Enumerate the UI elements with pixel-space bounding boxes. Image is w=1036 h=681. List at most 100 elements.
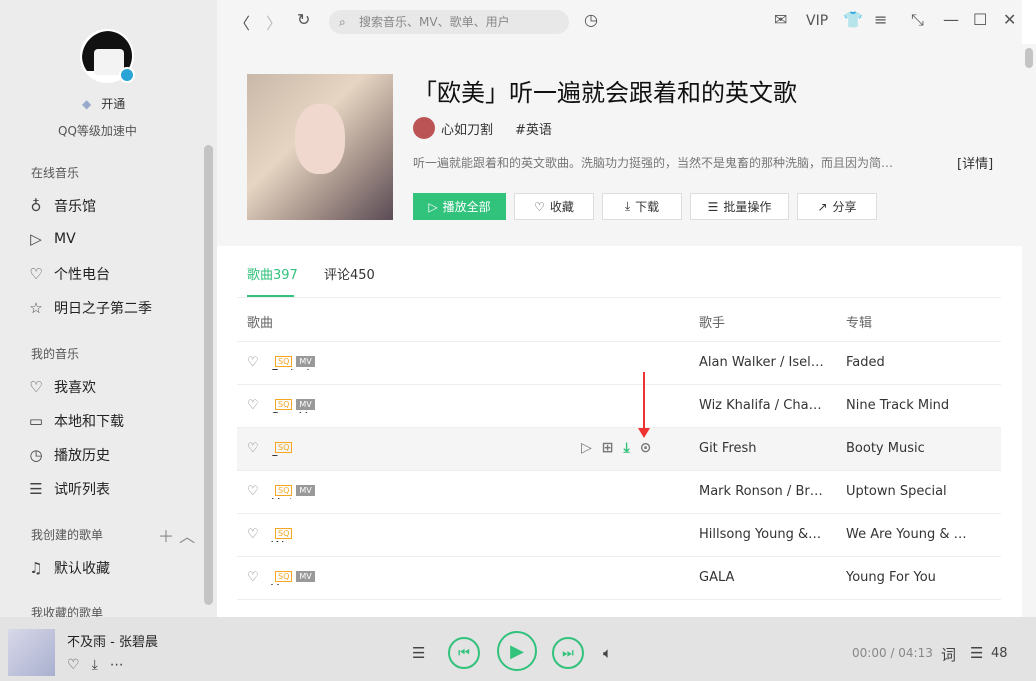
mv-badge[interactable]: MV xyxy=(296,485,315,496)
minimize-icon[interactable]: — xyxy=(943,10,959,29)
qq-level[interactable]: QQ等级加速中 xyxy=(58,122,137,139)
sq-badge: SQ xyxy=(275,485,293,496)
vip-button[interactable]: VIP xyxy=(806,13,828,29)
volume-icon[interactable]: 🔈︎ xyxy=(603,644,612,662)
song-row[interactable]: ♡ See You AgainSQMV Wiz Khalifa / Charlie … xyxy=(237,385,1001,428)
album[interactable]: Young For You xyxy=(846,570,971,585)
add-icon[interactable]: ⊞ xyxy=(602,440,614,456)
skin-icon[interactable]: 👕 xyxy=(843,10,863,29)
sq-badge: SQ xyxy=(275,399,293,410)
play-icon[interactable]: ▷ xyxy=(581,440,592,456)
sidebar-item[interactable]: ☰ 试听列表 xyxy=(26,479,110,499)
queue-icon[interactable]: ☰ xyxy=(970,644,983,662)
playlist-title: 「欧美」听一遍就会跟着和的英文歌 xyxy=(413,79,797,107)
mv-badge[interactable]: MV xyxy=(296,356,315,367)
singer[interactable]: Git Fresh xyxy=(699,441,824,456)
mv-badge[interactable]: MV xyxy=(296,571,315,582)
now-playing-title[interactable]: 不及雨 - 张碧晨 xyxy=(67,631,158,650)
like-icon[interactable]: ♡ xyxy=(247,398,259,413)
song-name[interactable]: Wake (Live) xyxy=(271,540,292,542)
search-icon: ⌕ xyxy=(339,15,346,29)
singer[interactable]: Mark Ronson / Bruno Mars xyxy=(699,484,824,499)
list-icon: ☰ xyxy=(29,480,43,498)
song-name[interactable]: Uptown Funk xyxy=(271,497,315,499)
album[interactable]: We Are Young & Free xyxy=(846,527,971,542)
song-row[interactable]: ♡ Wake (Live)SQ Hillsong Young & Free We Ar… xyxy=(237,514,1001,557)
song-row[interactable]: ♡FadedSQMVAlan Walker / Iselin SolheimFa… xyxy=(237,342,1001,385)
mail-icon[interactable]: ✉ xyxy=(774,10,787,29)
download-icon: ⤓ xyxy=(624,199,631,213)
song-row[interactable]: ♡Booty MusicSQGit FreshBooty Music▷⊞⤓⊙ xyxy=(237,428,1001,471)
sidebar-item[interactable]: ♫ 默认收藏 xyxy=(26,558,110,578)
album[interactable]: Faded xyxy=(846,355,971,370)
menu-icon[interactable]: ≡ xyxy=(874,10,887,29)
add-playlist-icon[interactable]: ＋ ︿ xyxy=(158,523,195,547)
like-icon[interactable]: ♡ xyxy=(247,570,259,585)
album[interactable]: Nine Track Mind xyxy=(846,398,971,413)
like-icon[interactable]: ♡ xyxy=(247,527,259,542)
like-icon[interactable]: ♡ xyxy=(247,441,259,456)
singer[interactable]: GALA xyxy=(699,570,824,585)
collect-button[interactable]: ♡ 收藏 xyxy=(514,193,594,220)
download-icon[interactable]: ⤓ xyxy=(624,440,630,456)
sidebar-item[interactable]: ♡ 个性电台 xyxy=(26,264,110,284)
more-icon[interactable]: ⋯ xyxy=(110,657,124,673)
song-row[interactable]: ♡ Uptown FunkSQMV Mark Ronson / Bruno Mars… xyxy=(237,471,1001,514)
sidebar-item[interactable]: ◷ 播放历史 xyxy=(26,445,110,465)
previous-button[interactable]: ⏮ xyxy=(448,637,480,669)
close-icon[interactable]: ✕ xyxy=(1003,10,1016,29)
sidebar-item[interactable]: ♁ 音乐馆 xyxy=(26,196,97,216)
song-name[interactable]: Young For You xyxy=(271,583,315,585)
singer[interactable]: Alan Walker / Iselin Solheim xyxy=(699,355,824,370)
play-button[interactable]: ▶ xyxy=(497,631,537,671)
col-song[interactable]: 歌曲 xyxy=(247,312,273,331)
clock-icon: ◷ xyxy=(29,446,43,464)
song-name[interactable]: Faded xyxy=(271,368,310,370)
maximize-icon[interactable]: ☐ xyxy=(973,10,987,29)
now-playing-cover[interactable] xyxy=(8,629,55,676)
like-icon[interactable]: ♡ xyxy=(247,484,259,499)
play-all-button[interactable]: ▷ 播放全部 xyxy=(413,193,506,220)
more-icon[interactable]: ⊙ xyxy=(640,440,652,456)
search-input[interactable]: ⌕ 搜索音乐、MV、歌单、用户 xyxy=(329,10,569,34)
tab-songs[interactable]: 歌曲397 xyxy=(247,264,298,283)
mv-badge[interactable]: MV xyxy=(296,399,315,410)
like-icon[interactable]: ♡ xyxy=(67,657,80,673)
mini-mode-icon[interactable]: ⤡ xyxy=(911,10,924,30)
refresh-icon[interactable]: ↻ xyxy=(297,10,310,29)
download-button[interactable]: ⤓ 下载 xyxy=(602,193,682,220)
sidebar-item[interactable]: ☆ 明日之子第二季 xyxy=(26,298,152,318)
sidebar-item[interactable]: ▷ MV xyxy=(26,230,75,248)
lyrics-button[interactable]: 词 xyxy=(941,644,956,665)
song-name[interactable]: See You Again xyxy=(271,411,315,413)
queue-count[interactable]: 48 xyxy=(991,646,1008,661)
song-name[interactable]: Booty Music xyxy=(271,454,292,456)
singer[interactable]: Wiz Khalifa / Charlie Puth xyxy=(699,398,824,413)
album[interactable]: Uptown Special xyxy=(846,484,971,499)
tag-link[interactable]: #英语 xyxy=(515,119,552,138)
sidebar-scrollbar[interactable] xyxy=(204,145,213,605)
next-button[interactable]: ⏭ xyxy=(552,637,584,669)
batch-button[interactable]: ☰ 批量操作 xyxy=(690,193,789,220)
forward-icon[interactable]: 〉 xyxy=(266,10,282,34)
tab-comments[interactable]: 评论450 xyxy=(324,264,375,283)
song-row[interactable]: ♡Young For YouSQMVGALAYoung For You xyxy=(237,557,1001,600)
creator[interactable]: 心如刀割 #英语 xyxy=(413,117,552,139)
album[interactable]: Booty Music xyxy=(846,441,971,456)
main-scrollbar[interactable] xyxy=(1022,44,1036,617)
col-singer[interactable]: 歌手 xyxy=(699,312,725,331)
sq-badge: SQ xyxy=(275,442,293,453)
back-icon[interactable]: 〈 xyxy=(234,10,250,34)
play-mode-icon[interactable]: ☰ xyxy=(412,644,425,662)
open-vip-link[interactable]: ◆ 开通 xyxy=(82,95,125,112)
share-button[interactable]: ↗ 分享 xyxy=(797,193,877,220)
star-icon: ☆ xyxy=(29,299,43,317)
col-album[interactable]: 专辑 xyxy=(846,312,872,331)
sidebar-item[interactable]: ▭ 本地和下载 xyxy=(26,411,124,431)
recognize-icon[interactable]: ◷ xyxy=(584,10,598,29)
singer[interactable]: Hillsong Young & Free xyxy=(699,527,824,542)
download-icon[interactable]: ⤓ xyxy=(92,657,98,673)
detail-link[interactable]: [详情] xyxy=(957,153,993,172)
sidebar-item[interactable]: ♡ 我喜欢 xyxy=(26,377,96,397)
like-icon[interactable]: ♡ xyxy=(247,355,259,370)
